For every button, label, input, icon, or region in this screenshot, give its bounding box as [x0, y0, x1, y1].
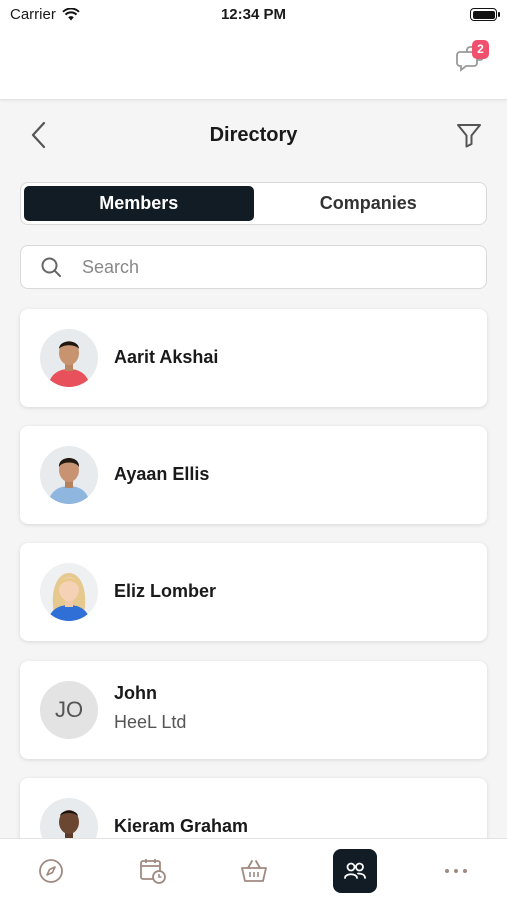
notification-badge: 2 — [472, 40, 489, 59]
member-name: Eliz Lomber — [114, 581, 217, 601]
search-bar — [20, 245, 487, 289]
member-card[interactable]: Ayaan Ellis — [20, 426, 487, 524]
more-icon — [445, 869, 467, 873]
people-icon — [344, 862, 366, 879]
member-name: Aarit Akshai — [114, 347, 219, 367]
page-title: Directory — [209, 124, 298, 146]
avatar — [40, 446, 98, 504]
notifications-button[interactable]: 2 — [455, 40, 489, 76]
member-name: John — [114, 683, 157, 703]
member-company: HeeL Ltd — [114, 712, 187, 732]
battery-icon — [470, 8, 500, 21]
basket-icon — [241, 860, 267, 882]
tab-explore[interactable] — [29, 849, 73, 893]
calendar-clock-icon — [140, 859, 166, 884]
tab-directory[interactable] — [333, 849, 377, 893]
tab-shop[interactable] — [232, 849, 276, 893]
avatar — [40, 563, 98, 621]
directory-segmented-control: Members Companies — [20, 182, 487, 225]
search-icon — [41, 257, 61, 277]
avatar-initials: JO — [40, 681, 98, 739]
clock: 12:34 PM — [220, 6, 287, 23]
member-name: Kieram Graham — [114, 816, 249, 836]
member-card[interactable]: JO John HeeL Ltd — [20, 661, 487, 759]
compass-icon — [39, 859, 63, 883]
tab-more[interactable] — [434, 849, 478, 893]
member-card[interactable]: Eliz Lomber — [20, 543, 487, 641]
status-bar: Carrier 12:34 PM — [0, 0, 507, 28]
avatar — [40, 329, 98, 387]
page-header: Directory — [0, 112, 507, 158]
filter-icon[interactable] — [455, 121, 483, 149]
tab-companies[interactable]: Companies — [254, 186, 484, 221]
member-name: Ayaan Ellis — [114, 464, 210, 484]
bottom-tab-bar — [0, 838, 507, 900]
search-input[interactable] — [82, 256, 462, 278]
tab-members[interactable]: Members — [24, 186, 254, 221]
top-bar: 2 — [0, 28, 507, 100]
tab-schedule[interactable] — [131, 849, 175, 893]
member-card[interactable]: Aarit Akshai — [20, 309, 487, 407]
